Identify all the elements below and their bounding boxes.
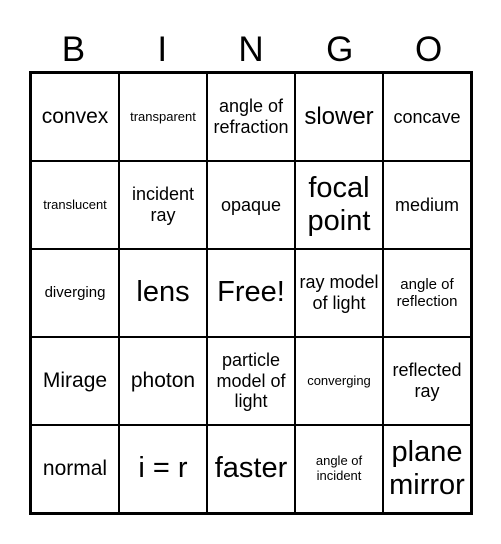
bingo-cell[interactable]: ray model of light <box>295 249 383 337</box>
header-letter: O <box>414 30 443 69</box>
bingo-header: B I N G O <box>29 30 473 70</box>
bingo-cell[interactable]: plane mirror <box>383 425 471 513</box>
bingo-cell[interactable]: translucent <box>31 161 119 249</box>
bingo-cell-text: Free! <box>217 276 285 309</box>
bingo-cell-text: medium <box>394 194 460 215</box>
bingo-cell[interactable]: faster <box>207 425 295 513</box>
bingo-cell[interactable]: normal <box>31 425 119 513</box>
bingo-cell-text: lens <box>136 276 190 309</box>
bingo-cell-text: plane mirror <box>389 435 465 501</box>
bingo-cell[interactable]: concave <box>383 73 471 161</box>
bingo-cell-text: opaque <box>220 194 282 215</box>
bingo-cell[interactable]: reflected ray <box>383 337 471 425</box>
bingo-cell-text: faster <box>214 452 288 485</box>
bingo-cell[interactable]: angle of refraction <box>207 73 295 161</box>
bingo-cell-text: concave <box>393 106 461 127</box>
bingo-cell-text: angle of incident <box>315 453 363 483</box>
bingo-cell-text: angle of refraction <box>213 96 289 137</box>
bingo-cell[interactable]: Mirage <box>31 337 119 425</box>
bingo-cell-text: transparent <box>130 108 196 124</box>
bingo-cell[interactable]: slower <box>295 73 383 161</box>
bingo-cell-text: diverging <box>44 284 106 302</box>
bingo-cell[interactable]: lens <box>119 249 207 337</box>
bingo-cell[interactable]: convex <box>31 73 119 161</box>
header-letter: I <box>157 30 168 69</box>
bingo-cell[interactable]: diverging <box>31 249 119 337</box>
bingo-cell[interactable]: medium <box>383 161 471 249</box>
bingo-cell[interactable]: transparent <box>119 73 207 161</box>
bingo-cell[interactable]: angle of reflection <box>383 249 471 337</box>
bingo-cell-text: ray model of light <box>299 272 379 313</box>
bingo-cell-text: reflected ray <box>392 360 462 401</box>
bingo-cell[interactable]: photon <box>119 337 207 425</box>
bingo-cell-text: focal point <box>307 171 371 237</box>
bingo-grid: convex transparent angle of refraction slow… <box>29 71 473 515</box>
bingo-cell-text: translucent <box>43 196 107 212</box>
bingo-cell[interactable]: converging <box>295 337 383 425</box>
bingo-cell[interactable]: Free! <box>207 249 295 337</box>
bingo-cell-text: converging <box>307 372 371 388</box>
bingo-cell-text: incident ray <box>131 184 195 225</box>
bingo-cell[interactable]: incident ray <box>119 161 207 249</box>
header-letter: B <box>61 30 86 69</box>
bingo-cell[interactable]: opaque <box>207 161 295 249</box>
bingo-cell-text: convex <box>41 104 109 128</box>
bingo-cell-text: Mirage <box>42 368 108 392</box>
bingo-cell-text: normal <box>42 456 108 480</box>
bingo-cell-text: particle model of light <box>216 349 286 412</box>
bingo-cell[interactable]: angle of incident <box>295 425 383 513</box>
bingo-cell-text: angle of reflection <box>396 275 458 310</box>
bingo-cell[interactable]: i = r <box>119 425 207 513</box>
header-letter: N <box>238 30 264 69</box>
bingo-cell[interactable]: particle model of light <box>207 337 295 425</box>
bingo-cell-text: photon <box>130 368 196 392</box>
bingo-cell-text: slower <box>304 103 374 131</box>
header-letter: G <box>326 30 354 69</box>
bingo-cell[interactable]: focal point <box>295 161 383 249</box>
bingo-cell-text: i = r <box>138 452 188 485</box>
